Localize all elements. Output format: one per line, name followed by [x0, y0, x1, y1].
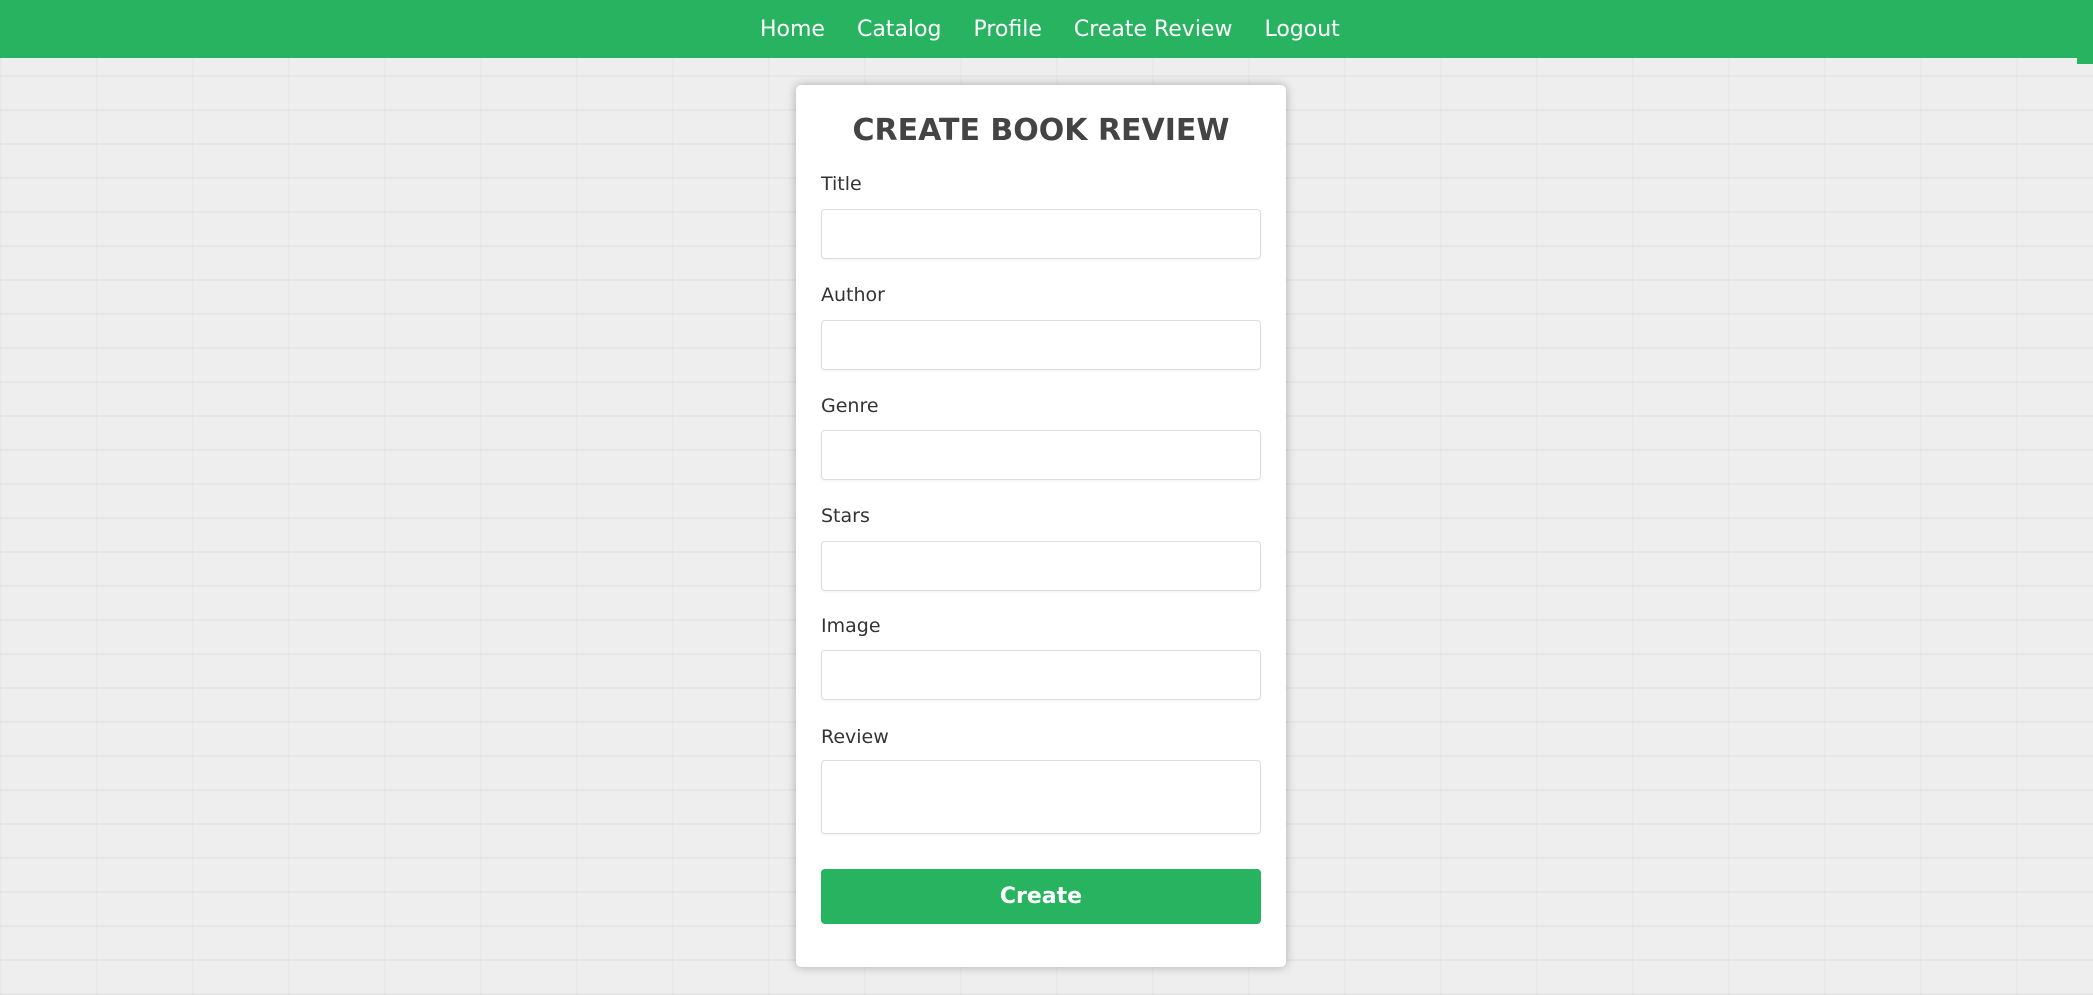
review-textarea[interactable]: [821, 760, 1261, 834]
nav-link-catalog[interactable]: Catalog: [857, 17, 942, 42]
title-label: Title: [821, 173, 862, 195]
genre-label: Genre: [821, 395, 879, 417]
nav-links: Home Catalog Profile Create Review Logou…: [760, 0, 1340, 58]
image-input[interactable]: [821, 650, 1261, 700]
author-input[interactable]: [821, 320, 1261, 370]
title-input[interactable]: [821, 209, 1261, 259]
navbar-corner-accent: [2077, 58, 2093, 64]
top-navbar: Home Catalog Profile Create Review Logou…: [0, 0, 2093, 58]
author-label: Author: [821, 284, 885, 306]
genre-input[interactable]: [821, 430, 1261, 480]
page-title: CREATE BOOK REVIEW: [852, 113, 1230, 148]
nav-link-profile[interactable]: Profile: [973, 17, 1041, 42]
stars-label: Stars: [821, 505, 870, 527]
create-review-form: CREATE BOOK REVIEW Title Author Genre St…: [796, 85, 1286, 967]
nav-link-home[interactable]: Home: [760, 17, 825, 42]
nav-link-create-review[interactable]: Create Review: [1074, 17, 1233, 42]
create-button[interactable]: Create: [821, 869, 1261, 924]
review-label: Review: [821, 726, 889, 748]
nav-link-logout[interactable]: Logout: [1264, 17, 1339, 42]
image-label: Image: [821, 615, 881, 637]
stars-input[interactable]: [821, 541, 1261, 591]
